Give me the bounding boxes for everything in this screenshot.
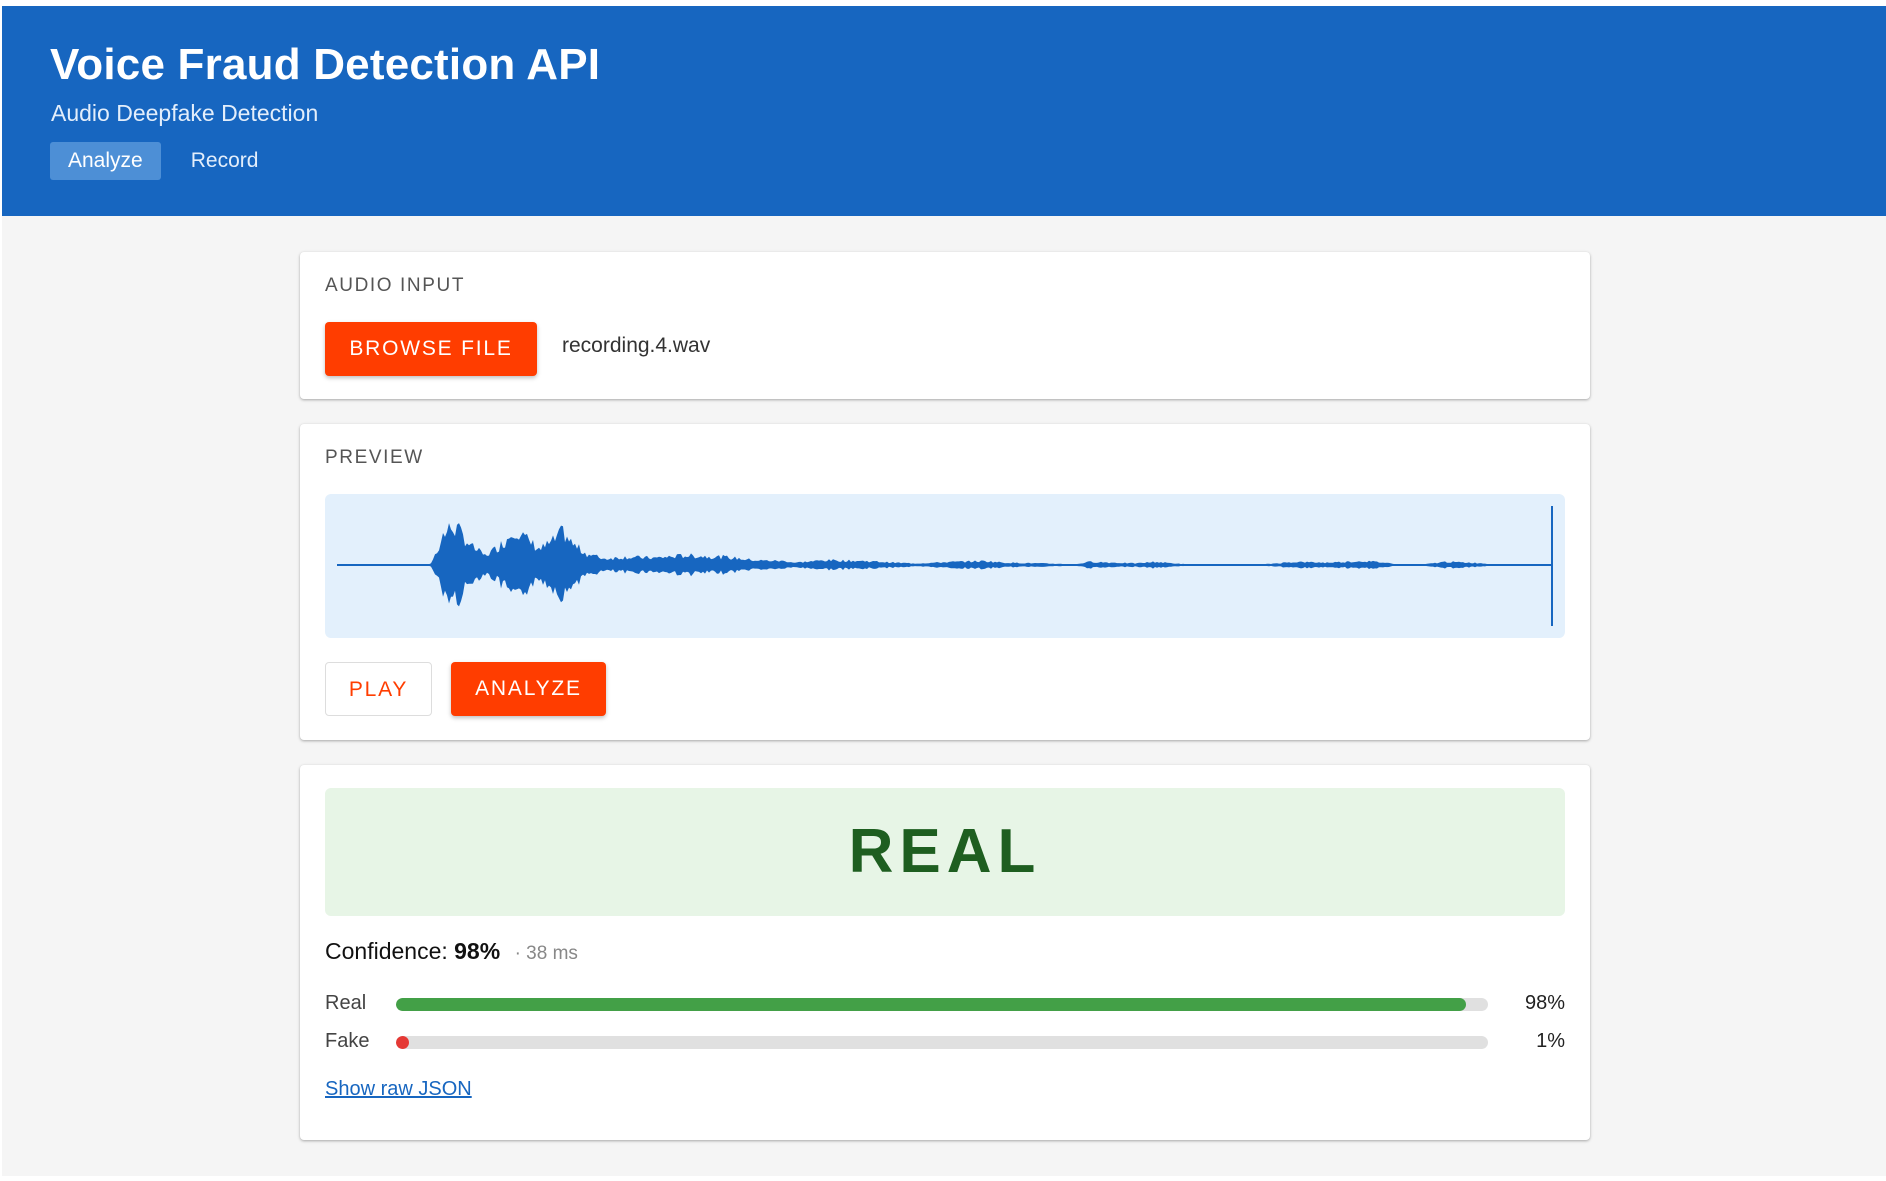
confidence-value: 98% <box>454 938 501 964</box>
verdict-banner: REAL <box>325 788 1565 916</box>
waveform-svg <box>337 506 1553 626</box>
score-label-fake: Fake <box>325 1030 370 1052</box>
latency-text: · 38 ms <box>514 943 578 964</box>
analyze-button[interactable]: ANALYZE <box>451 662 606 716</box>
browse-file-button[interactable]: BROWSE FILE <box>325 322 537 376</box>
score-percent-real: 98% <box>1524 992 1565 1014</box>
score-row-real: Real 98% <box>325 990 1565 1020</box>
app-subtitle: Audio Deepfake Detection <box>51 100 319 126</box>
audio-waveform[interactable] <box>325 494 1565 638</box>
app-root: Voice Fraud Detection API Audio Deepfake… <box>2 0 1886 1176</box>
preview-label: PREVIEW <box>325 447 424 468</box>
result-card: REAL Confidence: 98% · 38 ms Real 98% Fa… <box>300 765 1590 1140</box>
selected-file-name: recording.4.wav <box>562 334 711 357</box>
show-raw-json-link[interactable]: Show raw JSON <box>325 1078 472 1101</box>
score-row-fake: Fake 1% <box>325 1028 1565 1058</box>
score-track-fake <box>396 1036 1488 1049</box>
confidence-label: Confidence: <box>325 938 448 964</box>
confidence-line: Confidence: 98% · 38 ms <box>325 938 578 965</box>
preview-card: PREVIEW PLAY ANALYZE <box>300 424 1590 740</box>
waveform-shape <box>337 523 1553 607</box>
score-track-real <box>396 998 1488 1011</box>
audio-input-card: AUDIO INPUT BROWSE FILE recording.4.wav <box>300 252 1590 399</box>
tab-analyze[interactable]: Analyze <box>50 142 161 180</box>
nav-tabs: Analyze Record <box>50 142 276 180</box>
audio-input-label: AUDIO INPUT <box>325 275 466 296</box>
score-fill-fake <box>396 1036 410 1049</box>
app-header: Voice Fraud Detection API Audio Deepfake… <box>2 0 1886 216</box>
score-fill-real <box>396 998 1467 1011</box>
score-label-real: Real <box>325 992 367 1014</box>
play-button[interactable]: PLAY <box>325 662 432 716</box>
tab-record[interactable]: Record <box>173 142 277 180</box>
score-percent-fake: 1% <box>1536 1030 1565 1052</box>
app-title: Voice Fraud Detection API <box>50 40 601 89</box>
